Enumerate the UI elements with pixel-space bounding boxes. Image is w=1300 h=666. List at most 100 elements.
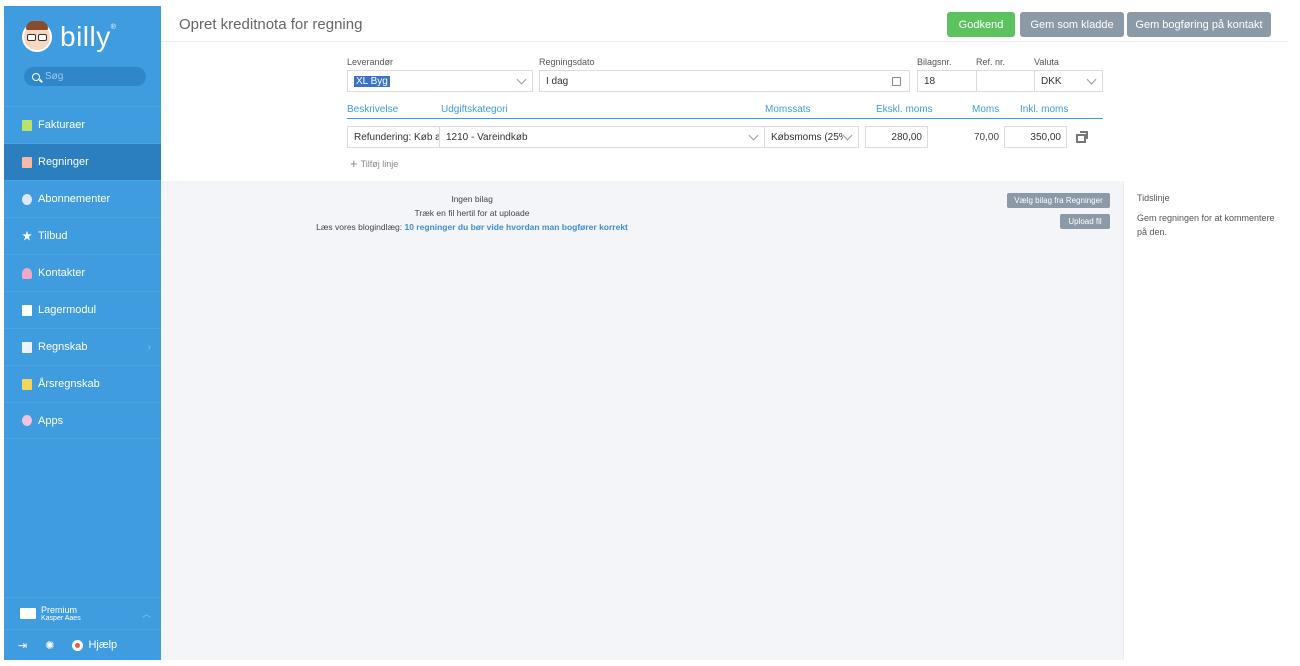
sidebar-item-lagermodul[interactable]: Lagermodul xyxy=(4,291,161,328)
user-plan: Premium xyxy=(41,605,78,615)
brand-registered-mark: ® xyxy=(110,23,116,31)
col-incl-header: Inkl. moms xyxy=(1020,104,1069,115)
line-incl-value: 350,00 xyxy=(1030,131,1061,143)
search-placeholder: Søg xyxy=(45,71,64,82)
line-desc-input[interactable]: Refundering: Køb af xyxy=(347,126,440,148)
date-value: I dag xyxy=(546,75,569,87)
bill-icon xyxy=(22,156,32,168)
plan-card-icon xyxy=(20,608,36,619)
lifebuoy-icon xyxy=(72,639,84,651)
line-category-select[interactable]: 1210 - Vareindkøb xyxy=(439,126,765,148)
save-posting-button[interactable]: Gem bogføring på kontakt xyxy=(1127,12,1271,37)
col-desc-header: Beskrivelse xyxy=(347,104,399,115)
inventory-icon xyxy=(22,304,32,316)
supplier-select[interactable]: XL Byg xyxy=(347,70,533,92)
apps-icon xyxy=(22,415,32,426)
star-icon xyxy=(22,230,32,241)
sidebar-item-kontakter[interactable]: Kontakter xyxy=(4,254,161,291)
header-divider xyxy=(347,118,1103,119)
sidebar: billy ® Søg Fakturaer Regninger Abonneme… xyxy=(4,6,161,660)
bill-form: Leverandør XL Byg Regningsdato I dag Bil… xyxy=(161,42,1288,180)
chevron-down-icon xyxy=(748,130,759,141)
line-vat-rate-select[interactable]: Købsmoms (25% xyxy=(764,126,859,148)
supplier-label: Leverandør xyxy=(347,57,394,67)
voucher-input[interactable]: 18 xyxy=(917,70,977,92)
sidebar-item-label: Regnskab xyxy=(38,341,88,353)
voucher-value: 18 xyxy=(924,75,936,87)
logo-face-icon xyxy=(22,21,52,52)
no-attachments-text: Ingen bilag xyxy=(451,194,493,204)
col-category-header: Udgiftskategori xyxy=(441,104,508,115)
sidebar-item-regninger[interactable]: Regninger xyxy=(4,143,161,180)
add-line-button[interactable]: + Tilføj linje xyxy=(350,156,398,171)
page-title: Opret kreditnota for regning xyxy=(179,16,363,33)
chevron-down-icon xyxy=(1086,74,1097,85)
plus-icon: + xyxy=(350,156,358,171)
timeline-text: Gem regningen for at kommentere på den. xyxy=(1137,213,1275,237)
logout-icon[interactable]: ⇥ xyxy=(18,639,27,652)
sidebar-item-label: Regninger xyxy=(38,156,89,168)
ledger-icon xyxy=(22,341,32,353)
billy-logo[interactable]: billy ® xyxy=(22,20,116,54)
upload-file-button[interactable]: Upload fil xyxy=(1060,214,1110,229)
currency-select[interactable]: DKK xyxy=(1034,70,1103,92)
sidebar-item-regnskab[interactable]: Regnskab › xyxy=(4,328,161,365)
drag-hint-text: Træk en fil hertil for at uploade xyxy=(414,208,530,218)
sidebar-item-label: Årsregnskab xyxy=(38,378,100,390)
line-category-value: 1210 - Vareindkøb xyxy=(446,131,528,143)
duplicate-line-icon[interactable] xyxy=(1076,131,1088,143)
user-name: Kasper Aaes xyxy=(41,615,81,622)
sidebar-footer: ⇥ ✺ Hjælp xyxy=(4,629,161,660)
sidebar-item-label: Apps xyxy=(38,414,64,427)
blog-link[interactable]: 10 regninger du bør vide hvordan man bog… xyxy=(404,222,627,232)
blog-prefix: Læs vores blogindlæg: xyxy=(316,222,403,232)
search-input[interactable]: Søg xyxy=(24,67,146,86)
search-icon xyxy=(32,72,40,81)
attachments-dropzone[interactable]: Ingen bilag Træk en fil hertil for at up… xyxy=(161,181,1123,660)
ref-input[interactable] xyxy=(976,70,1036,92)
user-account[interactable]: Premium Kasper Aaes ︿ xyxy=(4,597,161,629)
chevron-up-icon: ︿ xyxy=(141,609,151,619)
date-label: Regningsdato xyxy=(539,57,595,67)
line-excl-input[interactable]: 280,00 xyxy=(865,126,928,148)
timeline-panel: Tidslinje Gem regningen for at kommenter… xyxy=(1123,181,1288,660)
chevron-down-icon xyxy=(842,130,853,141)
brand-name: billy xyxy=(60,21,111,52)
invoice-icon xyxy=(22,119,32,131)
line-incl-input[interactable]: 350,00 xyxy=(1004,126,1067,148)
person-icon xyxy=(22,267,32,279)
choose-attachment-button[interactable]: Vælg bilag fra Regninger xyxy=(1007,193,1110,208)
line-vat-rate-value: Købsmoms (25% xyxy=(771,131,843,143)
approve-button[interactable]: Godkend xyxy=(947,12,1015,37)
sidebar-item-aarsregnskab[interactable]: Årsregnskab xyxy=(4,365,161,402)
sidebar-item-fakturaer[interactable]: Fakturaer xyxy=(4,106,161,143)
currency-value: DKK xyxy=(1041,75,1062,87)
supplier-value: XL Byg xyxy=(354,75,390,87)
voucher-label: Bilagsnr. xyxy=(917,57,952,67)
sidebar-nav: Fakturaer Regninger Abonnementer Tilbud … xyxy=(4,106,161,439)
header: Opret kreditnota for regning Godkend Gem… xyxy=(161,6,1288,42)
currency-label: Valuta xyxy=(1034,57,1059,67)
line-desc-value: Refundering: Køb af xyxy=(354,131,439,143)
help-button[interactable]: Hjælp xyxy=(72,639,117,651)
add-line-label: Tilføj linje xyxy=(360,158,399,169)
calendar-icon[interactable] xyxy=(892,77,901,86)
sidebar-item-label: Lagermodul xyxy=(38,304,97,316)
col-vat-header: Moms xyxy=(972,104,1000,115)
annual-report-icon xyxy=(22,378,32,390)
ref-label: Ref. nr. xyxy=(976,57,1006,67)
chevron-down-icon xyxy=(516,74,527,85)
sidebar-item-apps[interactable]: Apps xyxy=(4,402,161,439)
sidebar-item-label: Kontakter xyxy=(38,267,86,279)
help-label: Hjælp xyxy=(88,639,118,651)
gear-icon[interactable]: ✺ xyxy=(45,639,54,652)
col-excl-header: Ekskl. moms xyxy=(876,104,933,115)
blog-line: Læs vores blogindlæg: 10 regninger du bø… xyxy=(0,222,953,232)
save-draft-button[interactable]: Gem som kladde xyxy=(1020,12,1124,37)
line-vat-value: 70,00 xyxy=(974,132,1000,143)
sidebar-item-label: Fakturaer xyxy=(38,119,86,131)
chevron-right-icon: › xyxy=(147,341,151,353)
date-input[interactable]: I dag xyxy=(539,70,910,92)
timeline-title: Tidslinje xyxy=(1137,193,1170,203)
line-excl-value: 280,00 xyxy=(891,131,922,143)
